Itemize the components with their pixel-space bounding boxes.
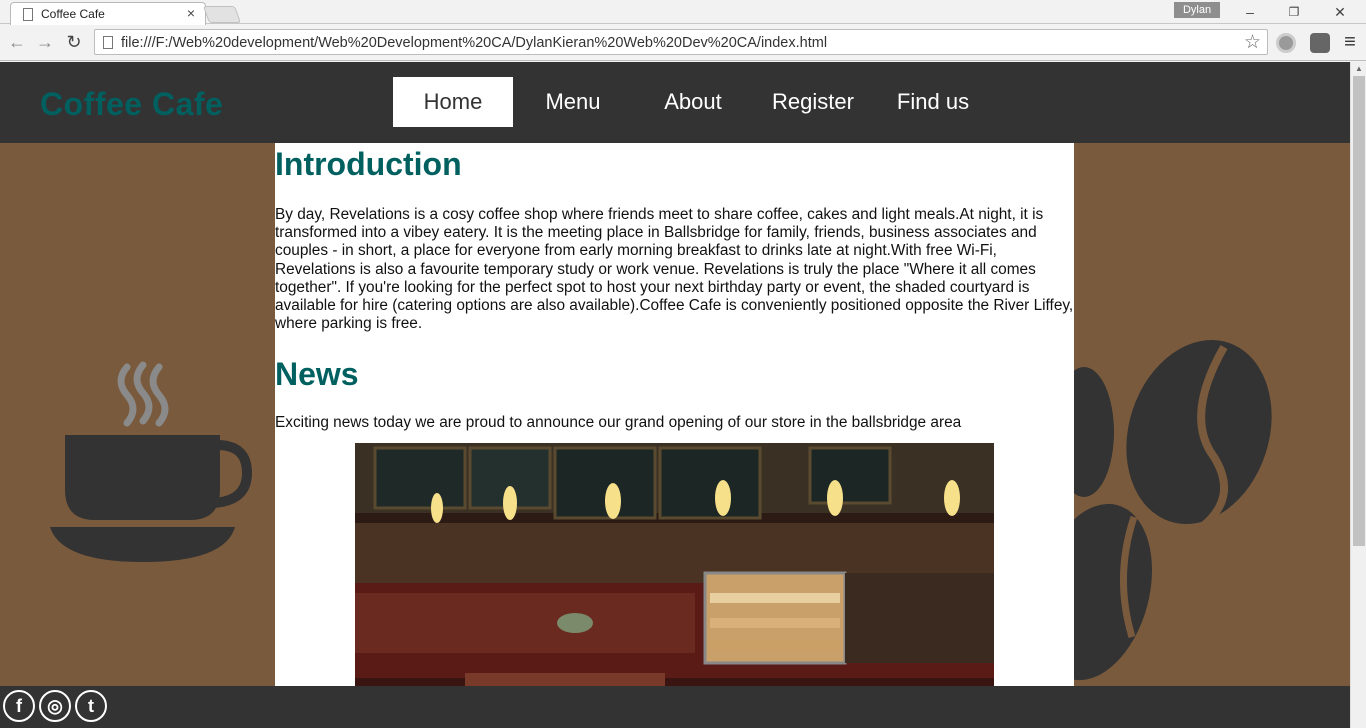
address-bar[interactable]: file:///F:/Web%20development/Web%20Devel… <box>94 29 1268 55</box>
main-content: Introduction By day, Revelations is a co… <box>275 143 1074 728</box>
browser-toolbar: ← → ↻ file:///F:/Web%20development/Web%2… <box>0 25 1366 61</box>
page-icon <box>23 8 33 21</box>
tab-close-icon[interactable]: × <box>187 5 195 21</box>
site-logo[interactable]: Coffee Cafe <box>40 86 223 123</box>
scrollbar-thumb[interactable] <box>1353 76 1365 546</box>
coffee-cup-icon <box>50 361 253 562</box>
bookmark-star-icon[interactable]: ☆ <box>1244 31 1261 54</box>
nav-home[interactable]: Home <box>393 77 513 127</box>
nav-about[interactable]: About <box>633 77 753 127</box>
site-footer: f ◎ t <box>0 686 1350 728</box>
page-icon <box>103 36 113 49</box>
nav-menu[interactable]: Menu <box>513 77 633 127</box>
url-text: file:///F:/Web%20development/Web%20Devel… <box>121 35 828 51</box>
news-text: Exciting news today we are proud to anno… <box>275 414 962 432</box>
close-window-button[interactable]: ✕ <box>1318 2 1362 22</box>
forward-icon[interactable]: → <box>34 31 56 53</box>
coffee-beans-icon <box>1074 340 1272 681</box>
scroll-up-icon[interactable]: ▲ <box>1355 64 1363 73</box>
extension-off-icon[interactable] <box>1310 33 1330 53</box>
facebook-icon[interactable]: f <box>3 690 35 722</box>
browser-tabbar: Coffee Cafe × Dylan – ❐ ✕ <box>0 0 1366 25</box>
profile-badge[interactable]: Dylan <box>1174 2 1220 18</box>
menu-icon[interactable]: ≡ <box>1339 31 1361 53</box>
tab-title: Coffee Cafe <box>41 7 105 21</box>
new-tab-button[interactable] <box>202 6 242 23</box>
browser-tab[interactable]: Coffee Cafe × <box>10 2 206 25</box>
intro-text: By day, Revelations is a cosy coffee sho… <box>275 206 1074 333</box>
page-viewport: Coffee Cafe Home Menu About Register Fin… <box>0 62 1350 728</box>
nav-find-us[interactable]: Find us <box>873 77 993 127</box>
vertical-scrollbar[interactable]: ▲ <box>1350 62 1366 728</box>
nav-register[interactable]: Register <box>753 77 873 127</box>
twitter-icon[interactable]: t <box>75 690 107 722</box>
reload-icon[interactable]: ↻ <box>63 31 85 53</box>
minimize-button[interactable]: – <box>1228 2 1272 22</box>
back-icon[interactable]: ← <box>6 31 28 53</box>
extension-icon[interactable] <box>1276 33 1296 53</box>
site-header: Coffee Cafe Home Menu About Register Fin… <box>0 62 1350 143</box>
restore-button[interactable]: ❐ <box>1272 2 1316 22</box>
news-heading: News <box>275 356 359 393</box>
intro-heading: Introduction <box>275 146 462 182</box>
instagram-icon[interactable]: ◎ <box>39 690 71 722</box>
